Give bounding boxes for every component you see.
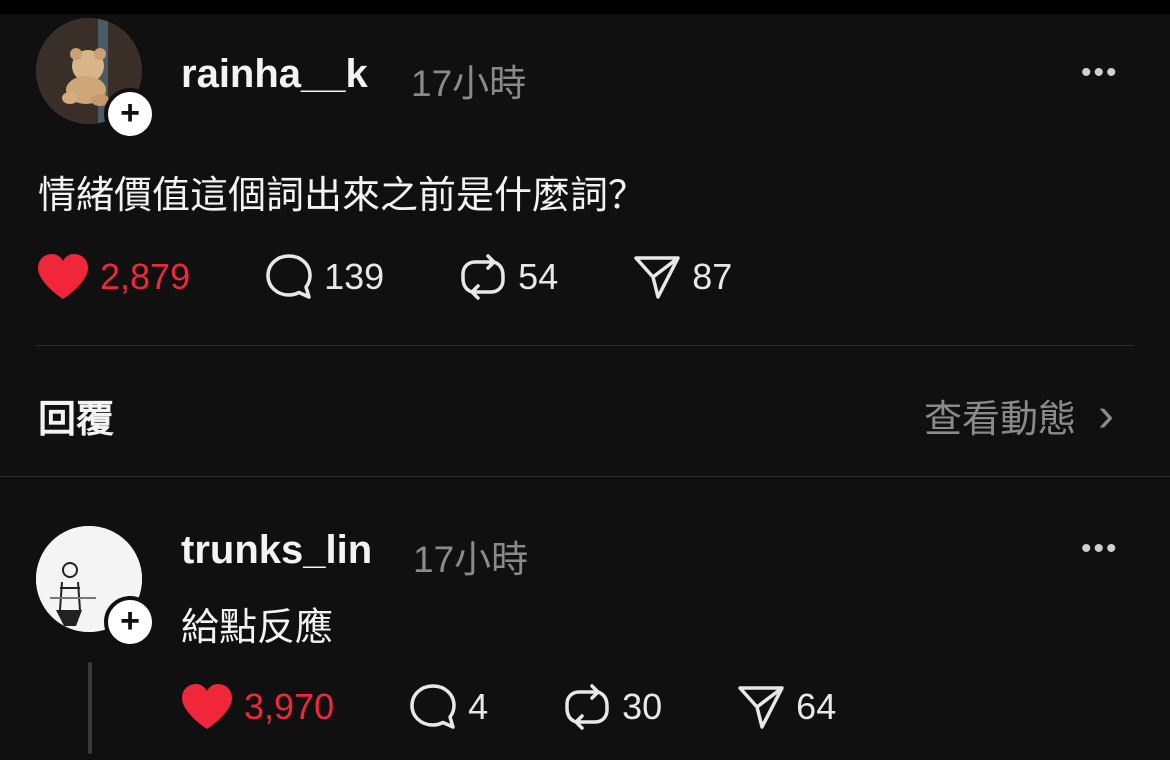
thread-line bbox=[88, 662, 92, 754]
username[interactable]: trunks_lin bbox=[181, 528, 372, 573]
follow-plus-icon[interactable]: + bbox=[104, 88, 156, 140]
post-time: 17小時 bbox=[411, 63, 527, 104]
repost-icon bbox=[565, 684, 609, 730]
repost-count: 30 bbox=[622, 686, 663, 727]
divider bbox=[36, 345, 1134, 346]
username[interactable]: rainha__k bbox=[181, 52, 368, 97]
status-bar bbox=[0, 0, 1170, 14]
share-button[interactable]: 87 bbox=[632, 252, 732, 302]
reply-time: 17小時 bbox=[413, 539, 529, 580]
like-count: 2,879 bbox=[100, 256, 191, 297]
comment-count: 139 bbox=[324, 256, 385, 297]
section-divider bbox=[0, 476, 1170, 477]
repost-count: 54 bbox=[518, 256, 559, 297]
heart-icon bbox=[182, 684, 232, 729]
comment-button[interactable]: 4 bbox=[408, 682, 488, 732]
view-activity-link[interactable]: 查看動態 › bbox=[924, 388, 1114, 443]
post-actions: 2,879 139 54 87 bbox=[36, 252, 732, 302]
repost-button[interactable]: 30 bbox=[562, 682, 662, 732]
comment-icon bbox=[410, 684, 456, 729]
repost-button[interactable]: 54 bbox=[458, 252, 558, 302]
send-icon bbox=[738, 686, 784, 729]
share-count: 64 bbox=[796, 686, 837, 727]
like-button[interactable]: 2,879 bbox=[36, 253, 190, 301]
comment-icon bbox=[266, 254, 312, 299]
send-icon bbox=[634, 256, 680, 299]
like-count: 3,970 bbox=[244, 686, 335, 727]
comment-count: 4 bbox=[468, 686, 489, 727]
like-button[interactable]: 3,970 bbox=[180, 683, 334, 731]
share-count: 87 bbox=[692, 256, 733, 297]
chevron-right-icon: › bbox=[1098, 388, 1114, 442]
reply-actions: 3,970 4 30 64 bbox=[180, 682, 836, 732]
replies-label: 回覆 bbox=[38, 399, 115, 441]
comment-button[interactable]: 139 bbox=[264, 252, 384, 302]
view-activity-label: 查看動態 bbox=[924, 399, 1077, 441]
post-text: 情緒價值這個詞出來之前是什麼詞？ bbox=[38, 175, 647, 217]
heart-icon bbox=[38, 254, 88, 299]
follow-plus-icon[interactable]: + bbox=[104, 596, 156, 648]
share-button[interactable]: 64 bbox=[736, 682, 836, 732]
more-options-icon[interactable]: ••• bbox=[1081, 56, 1119, 90]
reply-text: 給點反應 bbox=[181, 607, 334, 649]
repost-icon bbox=[461, 254, 505, 300]
more-options-icon[interactable]: ••• bbox=[1081, 532, 1119, 566]
